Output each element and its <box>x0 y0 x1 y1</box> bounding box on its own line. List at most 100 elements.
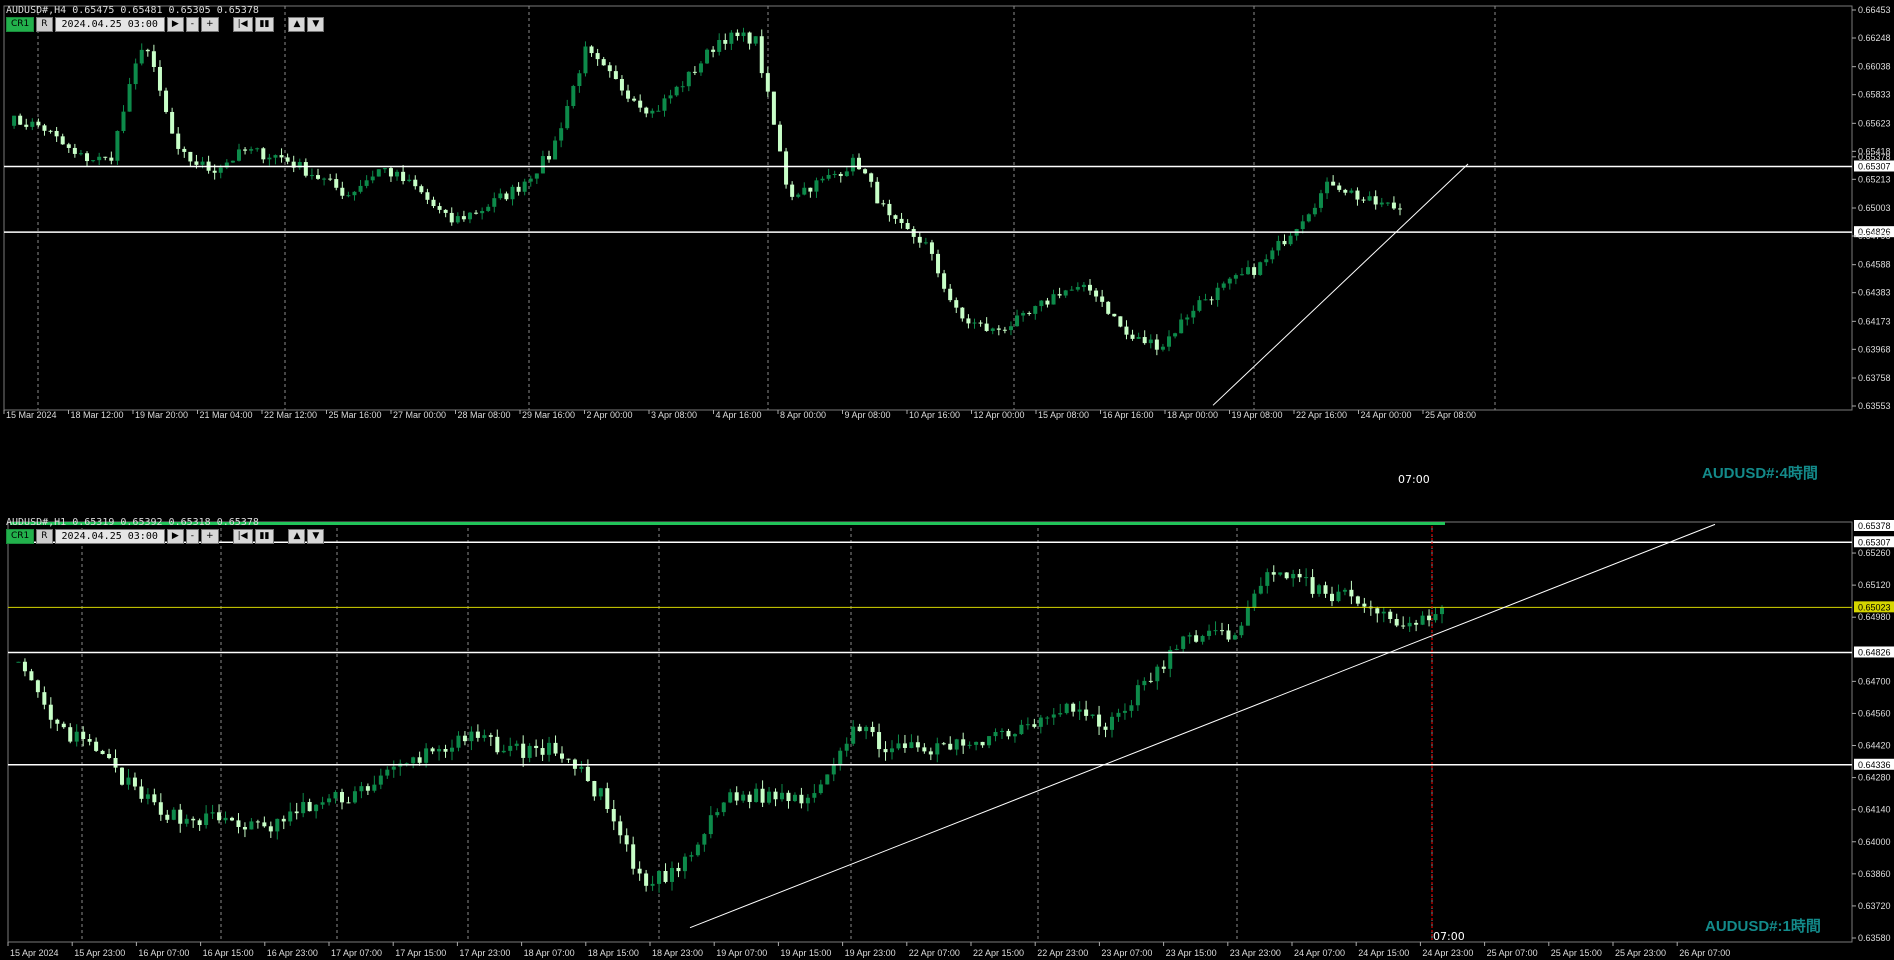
candle-body <box>723 39 728 44</box>
candle-body <box>352 791 357 803</box>
candle-body <box>261 148 266 160</box>
candle-body <box>802 187 807 195</box>
time-label: 8 Apr 00:00 <box>780 410 826 420</box>
time-label: 19 Apr 08:00 <box>1232 410 1283 420</box>
candle-body <box>1064 703 1069 714</box>
candle-body <box>682 856 687 872</box>
plus-icon[interactable]: + <box>201 529 219 544</box>
candle-body <box>504 193 509 200</box>
arrow-down-icon[interactable]: ▼ <box>307 529 325 544</box>
candle-body <box>255 148 260 150</box>
arrow-down-icon[interactable]: ▼ <box>307 17 325 32</box>
candle-body <box>1069 289 1074 291</box>
chart-pane-h4[interactable]: 0.66453 0.66248 0.66038 0.65833 0.65623 0.654… <box>0 0 1894 486</box>
candle-body <box>708 815 713 835</box>
candle-body <box>521 743 526 758</box>
candle-body <box>333 792 338 799</box>
candle-body <box>68 727 73 742</box>
candle-body <box>870 726 875 733</box>
candle-body <box>826 174 831 179</box>
play-icon[interactable]: ▶ <box>166 529 184 544</box>
candle-body <box>1355 596 1360 604</box>
candle-body <box>741 32 746 37</box>
candle-body <box>583 46 588 74</box>
first-bar-icon[interactable]: |◀ <box>232 529 253 544</box>
cr1-button-h4[interactable]: CR1 <box>6 17 35 32</box>
candle-body <box>771 91 776 125</box>
candle-body <box>1246 267 1251 275</box>
candle-body <box>81 731 86 740</box>
candle-body <box>808 187 813 192</box>
candle-body <box>120 767 124 785</box>
candle-body <box>1258 585 1263 594</box>
bars-icon[interactable]: ▮▮ <box>254 529 275 544</box>
candle-body <box>705 49 710 64</box>
time-label: 26 Apr 07:00 <box>1679 948 1730 958</box>
minus-icon[interactable]: - <box>185 17 200 32</box>
candle-body <box>540 748 545 755</box>
candle-body <box>1245 607 1250 626</box>
play-icon[interactable]: ▶ <box>166 17 184 32</box>
arrow-up-icon[interactable]: ▲ <box>288 17 306 32</box>
candle-body <box>534 173 539 179</box>
candle-body <box>1181 636 1186 649</box>
chart-canvas-h4[interactable]: 0.664530.662480.660380.658330.656230.654… <box>0 0 1894 422</box>
price-label: 0.64588 <box>1858 260 1891 270</box>
candle-body <box>650 883 655 886</box>
candle-body <box>941 743 946 745</box>
candle-body <box>132 777 137 787</box>
candle-body <box>486 206 491 211</box>
date-field-h4[interactable]: 2024.04.25 03:00 <box>54 17 165 32</box>
candle-body <box>498 193 503 199</box>
candle-body <box>1084 709 1089 716</box>
candle-body <box>735 32 740 37</box>
candle-body <box>1367 196 1372 201</box>
candle-body <box>1337 185 1342 190</box>
candle-body <box>488 735 493 737</box>
candle-body <box>352 191 357 196</box>
candle-body <box>273 155 278 158</box>
candle-body <box>1187 635 1192 637</box>
candle-body <box>139 49 144 64</box>
candle-body <box>553 140 558 160</box>
trendline <box>1212 163 1469 406</box>
candle-body <box>12 115 17 126</box>
minus-icon[interactable]: - <box>185 529 200 544</box>
candle-body <box>792 794 797 802</box>
candle-body <box>638 100 643 108</box>
plot-frame <box>7 521 1853 943</box>
current-time-label-h1: 07:00 <box>1433 930 1465 943</box>
candle-body <box>624 835 629 845</box>
arrow-up-icon[interactable]: ▲ <box>288 529 306 544</box>
candle-body <box>632 98 637 101</box>
candle-body <box>1021 312 1026 316</box>
candle-body <box>182 148 187 152</box>
candle-body <box>358 185 363 192</box>
candle-body <box>66 144 71 148</box>
candle-body <box>585 766 590 782</box>
candle-body <box>495 736 500 753</box>
chart-canvas-h1[interactable]: 0.65378 0.653070.65260 0.65120 0.650230.649… <box>0 512 1894 960</box>
r-button-h1[interactable]: R <box>36 529 53 544</box>
candle-body <box>200 161 205 165</box>
plus-icon[interactable]: + <box>201 17 219 32</box>
date-field-h1[interactable]: 2024.04.25 03:00 <box>54 529 165 544</box>
timeframe-tag-h4: AUDUSD#:4時間 <box>1702 465 1818 482</box>
candle-body <box>85 153 90 162</box>
chart-pane-h1[interactable]: 0.65378 0.65307 0.65260 0.65120 0.65023 0.649… <box>0 512 1894 960</box>
candle-body <box>456 735 461 748</box>
cr1-button-h1[interactable]: CR1 <box>6 529 35 544</box>
candle-body <box>514 743 519 746</box>
bars-icon[interactable]: ▮▮ <box>254 17 275 32</box>
candle-body <box>996 328 1001 330</box>
candle-body <box>923 242 928 244</box>
candle-body <box>734 792 739 801</box>
candle-body <box>1276 240 1281 251</box>
first-bar-icon[interactable]: |◀ <box>232 17 253 32</box>
candle-body <box>948 288 953 301</box>
candle-body <box>255 821 260 823</box>
candle-body <box>1343 189 1348 193</box>
r-button-h4[interactable]: R <box>36 17 53 32</box>
candle-body <box>48 704 53 720</box>
candle-body <box>1094 290 1099 297</box>
